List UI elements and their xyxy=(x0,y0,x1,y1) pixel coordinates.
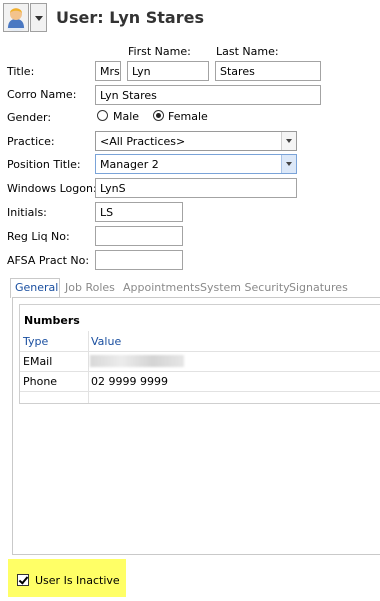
numbers-grid[interactable]: Numbers Type Value EMail Phone 02 9999 9… xyxy=(19,304,380,404)
last-name-field[interactable]: Stares xyxy=(215,61,321,81)
numbers-title: Numbers xyxy=(24,314,80,327)
position-title-label: Position Title: xyxy=(7,158,81,171)
chevron-down-icon xyxy=(35,16,43,21)
row-type: Phone xyxy=(23,375,58,388)
first-name-header: First Name: xyxy=(128,45,191,58)
avatar-button[interactable] xyxy=(3,3,29,32)
reg-liq-field[interactable] xyxy=(95,226,183,246)
avatar-dropdown-button[interactable] xyxy=(30,3,47,32)
gender-female-radio[interactable] xyxy=(153,110,164,121)
table-row[interactable]: Phone 02 9999 9999 xyxy=(20,371,380,391)
reg-liq-label: Reg Liq No: xyxy=(7,230,70,243)
title-field[interactable]: Mrs xyxy=(95,61,121,81)
position-title-select[interactable]: Manager 2 xyxy=(95,154,297,174)
practice-label: Practice: xyxy=(7,135,55,148)
afsa-pract-label: AFSA Pract No: xyxy=(7,254,90,267)
table-row[interactable]: EMail xyxy=(20,351,380,371)
gender-male-label[interactable]: Male xyxy=(113,110,139,123)
row-value: 02 9999 9999 xyxy=(91,375,168,388)
tab-job-roles[interactable]: Job Roles xyxy=(65,281,115,294)
practice-select[interactable]: <All Practices> xyxy=(95,131,297,151)
tab-appointments[interactable]: Appointments xyxy=(123,281,200,294)
chevron-down-icon[interactable] xyxy=(281,132,296,150)
tab-general[interactable]: General xyxy=(15,281,58,294)
general-tab-panel: Numbers Type Value EMail Phone 02 9999 9… xyxy=(12,297,380,555)
col-value-header[interactable]: Value xyxy=(91,335,121,348)
corro-name-field[interactable]: Lyn Stares xyxy=(95,85,321,105)
user-inactive-label[interactable]: User Is Inactive xyxy=(35,574,120,587)
first-name-field[interactable]: Lyn xyxy=(127,61,209,81)
practice-value: <All Practices> xyxy=(100,135,186,148)
gender-label: Gender: xyxy=(7,111,52,124)
tab-system-security[interactable]: System Security xyxy=(200,281,290,294)
row-type: EMail xyxy=(23,355,53,368)
windows-logon-field[interactable]: LynS xyxy=(95,178,297,198)
title-label: Title: xyxy=(7,65,35,78)
redacted-value xyxy=(90,355,184,367)
corro-name-label: Corro Name: xyxy=(7,88,77,101)
col-type-header[interactable]: Type xyxy=(23,335,48,348)
gender-male-radio[interactable] xyxy=(97,110,108,121)
initials-label: Initials: xyxy=(7,206,47,219)
page-title: User: Lyn Stares xyxy=(56,8,204,27)
user-avatar-icon xyxy=(7,8,25,31)
initials-field[interactable]: LS xyxy=(95,202,183,222)
windows-logon-label: Windows Logon: xyxy=(7,182,97,195)
position-title-value: Manager 2 xyxy=(100,158,159,171)
last-name-header: Last Name: xyxy=(216,45,279,58)
chevron-down-icon[interactable] xyxy=(281,155,296,173)
afsa-pract-field[interactable] xyxy=(95,250,183,270)
table-row-new[interactable] xyxy=(20,391,380,411)
user-inactive-checkbox[interactable] xyxy=(17,574,29,586)
tab-signatures[interactable]: Signatures xyxy=(289,281,348,294)
gender-female-label[interactable]: Female xyxy=(168,110,208,123)
